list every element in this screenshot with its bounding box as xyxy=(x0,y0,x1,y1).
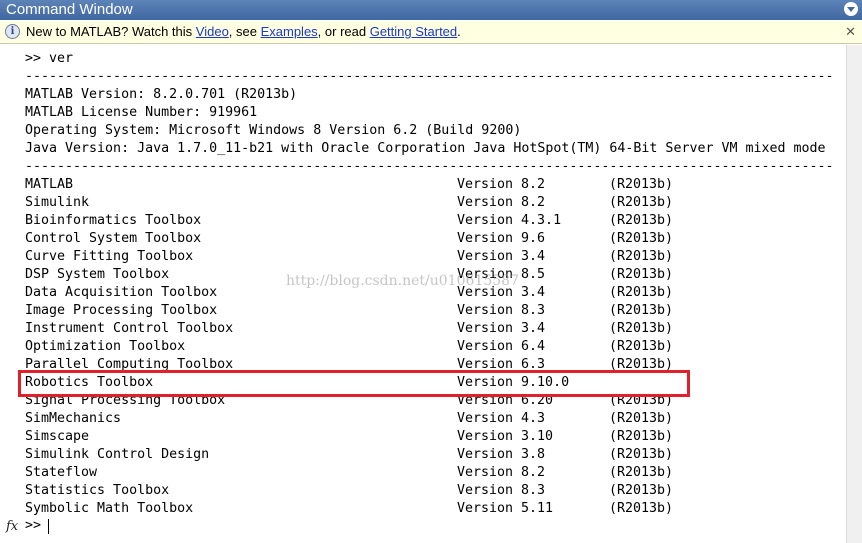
toolbox-release: (R2013b) xyxy=(609,483,674,498)
toolbox-release: (R2013b) xyxy=(609,177,674,192)
toolbox-version: Version 8.2 xyxy=(457,177,546,192)
toolbox-release: (R2013b) xyxy=(609,249,674,264)
info-icon: i xyxy=(5,24,20,39)
window-title: Command Window xyxy=(6,1,133,18)
toolbox-version: Version 3.8 xyxy=(457,447,546,462)
toolbox-name: Statistics Toolbox xyxy=(25,483,170,498)
toolbox-release: (R2013b) xyxy=(609,285,674,300)
console-output: >> ver ---------------------------------… xyxy=(25,50,834,516)
toolbox-release: (R2013b) xyxy=(609,465,674,480)
toolbox-version: Version 3.4 xyxy=(457,249,546,264)
toolbox-version: Version 5.11 xyxy=(457,501,554,516)
toolbox-release: (R2013b) xyxy=(609,195,674,210)
watermark: http://blog.csdn.net/u010615587 xyxy=(286,273,519,289)
info-sep-1: , see xyxy=(228,24,261,39)
info-prefix: New to MATLAB? Watch this xyxy=(26,24,196,39)
toolbox-name: Curve Fitting Toolbox xyxy=(25,249,194,264)
toolbox-name: Image Processing Toolbox xyxy=(25,303,218,318)
highlight-box xyxy=(18,370,690,397)
toolbox-version: Version 8.2 xyxy=(457,465,546,480)
toolbox-version: Version 3.4 xyxy=(457,321,546,336)
toolbox-name: Stateflow xyxy=(25,465,98,480)
vertical-scrollbar[interactable] xyxy=(846,45,862,543)
header-line: Java Version: Java 1.7.0_11-b21 with Ora… xyxy=(25,141,826,156)
toolbox-name: Simscape xyxy=(25,429,90,444)
window-menu-icon[interactable] xyxy=(844,2,858,16)
toolbox-release: (R2013b) xyxy=(609,339,674,354)
command-prompt: >> xyxy=(25,518,42,533)
examples-link[interactable]: Examples xyxy=(261,24,318,39)
getting-started-link[interactable]: Getting Started xyxy=(370,24,457,39)
toolbox-version: Version 8.3 xyxy=(457,483,546,498)
header-line: MATLAB Version: 8.2.0.701 (R2013b) xyxy=(25,87,298,102)
toolbox-name: Instrument Control Toolbox xyxy=(25,321,234,336)
separator-line: ----------------------------------------… xyxy=(25,159,834,174)
function-browser-icon[interactable]: fx xyxy=(6,519,18,534)
info-message: New to MATLAB? Watch this Video, see Exa… xyxy=(26,24,461,40)
toolbox-name: Bioinformatics Toolbox xyxy=(25,213,202,228)
title-bar: Command Window xyxy=(0,0,862,20)
info-sep-2: , or read xyxy=(317,24,370,39)
toolbox-name: Simulink xyxy=(25,195,90,210)
toolbox-version: Version 8.2 xyxy=(457,195,546,210)
toolbox-version: Version 6.4 xyxy=(457,339,546,354)
toolbox-name: SimMechanics xyxy=(25,411,122,426)
toolbox-release: (R2013b) xyxy=(609,267,674,282)
toolbox-release: (R2013b) xyxy=(609,321,674,336)
toolbox-release: (R2013b) xyxy=(609,303,674,318)
toolbox-version: Version 4.3 xyxy=(457,411,546,426)
toolbox-name: Data Acquisition Toolbox xyxy=(25,285,218,300)
video-link[interactable]: Video xyxy=(196,24,229,39)
toolbox-name: DSP System Toolbox xyxy=(25,267,170,282)
toolbox-name: Optimization Toolbox xyxy=(25,339,186,354)
toolbox-release: (R2013b) xyxy=(609,231,674,246)
toolbox-release: (R2013b) xyxy=(609,447,674,462)
info-suffix: . xyxy=(457,24,461,39)
toolbox-name: Symbolic Math Toolbox xyxy=(25,501,194,516)
toolbox-name: MATLAB xyxy=(25,177,74,192)
text-cursor[interactable] xyxy=(48,519,49,534)
toolbox-release: (R2013b) xyxy=(609,501,674,516)
info-bar: i New to MATLAB? Watch this Video, see E… xyxy=(0,21,862,44)
header-line: Operating System: Microsoft Windows 8 Ve… xyxy=(25,123,522,138)
toolbox-release: (R2013b) xyxy=(609,411,674,426)
toolbox-version: Version 4.3.1 xyxy=(457,213,562,228)
command-line: >> ver xyxy=(25,51,74,66)
header-line: MATLAB License Number: 919961 xyxy=(25,105,258,120)
toolbox-release: (R2013b) xyxy=(609,429,674,444)
toolbox-version: Version 8.3 xyxy=(457,303,546,318)
close-icon[interactable]: ✕ xyxy=(845,25,856,39)
toolbox-version: Version 3.10 xyxy=(457,429,554,444)
toolbox-name: Control System Toolbox xyxy=(25,231,202,246)
separator-line: ----------------------------------------… xyxy=(25,69,834,84)
toolbox-name: Simulink Control Design xyxy=(25,447,210,462)
toolbox-release: (R2013b) xyxy=(609,213,674,228)
toolbox-version: Version 9.6 xyxy=(457,231,546,246)
